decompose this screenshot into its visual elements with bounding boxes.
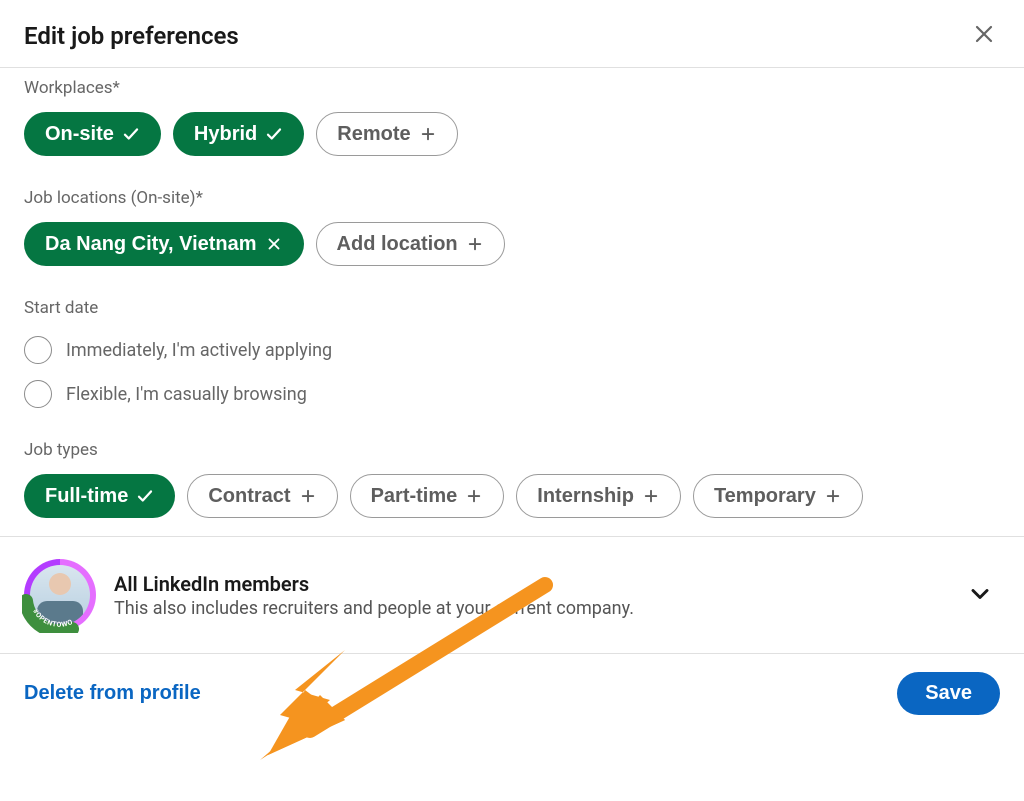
- modal-header: Edit job preferences: [0, 0, 1024, 68]
- avatar: #OPENTOWORK: [24, 559, 96, 631]
- check-icon: [122, 125, 140, 143]
- job-type-chip-fulltime[interactable]: Full-time: [24, 474, 175, 518]
- workplaces-label: Workplaces*: [24, 78, 1000, 98]
- visibility-subtitle: This also includes recruiters and people…: [114, 598, 942, 619]
- job-types-label: Job types: [24, 440, 1000, 460]
- workplace-chip-onsite[interactable]: On-site: [24, 112, 161, 156]
- plus-icon: [824, 487, 842, 505]
- edit-job-preferences-modal: Edit job preferences Workplaces* On-site…: [0, 0, 1024, 801]
- chip-label: Internship: [537, 484, 634, 508]
- workplace-chip-hybrid[interactable]: Hybrid: [173, 112, 304, 156]
- start-date-label: Start date: [24, 298, 1000, 318]
- plus-icon: [465, 487, 483, 505]
- add-location-chip[interactable]: Add location: [316, 222, 505, 266]
- plus-icon: [299, 487, 317, 505]
- visibility-title: All LinkedIn members: [114, 572, 942, 596]
- workplaces-chip-row: On-site Hybrid Remote: [24, 112, 1000, 156]
- check-icon: [265, 125, 283, 143]
- chip-label: On-site: [45, 122, 114, 146]
- radio-icon: [24, 336, 52, 364]
- chevron-down-icon: [966, 580, 994, 608]
- plus-icon: [419, 125, 437, 143]
- visibility-expand-button[interactable]: [960, 574, 1000, 617]
- start-date-option-immediately[interactable]: Immediately, I'm actively applying: [24, 336, 1000, 364]
- job-type-chip-temporary[interactable]: Temporary: [693, 474, 863, 518]
- chip-label: Hybrid: [194, 122, 257, 146]
- job-type-chip-contract[interactable]: Contract: [187, 474, 337, 518]
- job-type-chip-internship[interactable]: Internship: [516, 474, 681, 518]
- close-button[interactable]: [968, 18, 1000, 53]
- start-date-section: Start date Immediately, I'm actively app…: [24, 298, 1000, 408]
- modal-title: Edit job preferences: [24, 22, 239, 50]
- chip-label: Da Nang City, Vietnam: [45, 232, 257, 256]
- modal-body: Workplaces* On-site Hybrid Remote Job lo…: [0, 68, 1024, 518]
- chip-label: Add location: [337, 232, 458, 256]
- radio-icon: [24, 380, 52, 408]
- job-type-chip-parttime[interactable]: Part-time: [350, 474, 505, 518]
- plus-icon: [466, 235, 484, 253]
- radio-label: Flexible, I'm casually browsing: [66, 384, 307, 405]
- workplaces-section: Workplaces* On-site Hybrid Remote: [24, 78, 1000, 156]
- job-types-section: Job types Full-time Contract Part-time I…: [24, 440, 1000, 518]
- delete-from-profile-button[interactable]: Delete from profile: [24, 682, 201, 705]
- start-date-radio-group: Immediately, I'm actively applying Flexi…: [24, 336, 1000, 408]
- radio-label: Immediately, I'm actively applying: [66, 340, 332, 361]
- save-button[interactable]: Save: [897, 672, 1000, 715]
- locations-label: Job locations (On-site)*: [24, 188, 1000, 208]
- chip-label: Temporary: [714, 484, 816, 508]
- remove-icon: [265, 235, 283, 253]
- location-chip-danang[interactable]: Da Nang City, Vietnam: [24, 222, 304, 266]
- visibility-section[interactable]: #OPENTOWORK All LinkedIn members This al…: [0, 536, 1024, 653]
- workplace-chip-remote[interactable]: Remote: [316, 112, 457, 156]
- avatar-image: [30, 565, 90, 625]
- locations-section: Job locations (On-site)* Da Nang City, V…: [24, 188, 1000, 266]
- chip-label: Contract: [208, 484, 290, 508]
- plus-icon: [642, 487, 660, 505]
- check-icon: [136, 487, 154, 505]
- chip-label: Full-time: [45, 484, 128, 508]
- locations-chip-row: Da Nang City, Vietnam Add location: [24, 222, 1000, 266]
- visibility-text: All LinkedIn members This also includes …: [114, 572, 942, 619]
- chip-label: Part-time: [371, 484, 458, 508]
- close-icon: [972, 22, 996, 46]
- start-date-option-flexible[interactable]: Flexible, I'm casually browsing: [24, 380, 1000, 408]
- chip-label: Remote: [337, 122, 410, 146]
- job-types-chip-row: Full-time Contract Part-time Internship …: [24, 474, 1000, 518]
- modal-footer: Delete from profile Save: [0, 653, 1024, 739]
